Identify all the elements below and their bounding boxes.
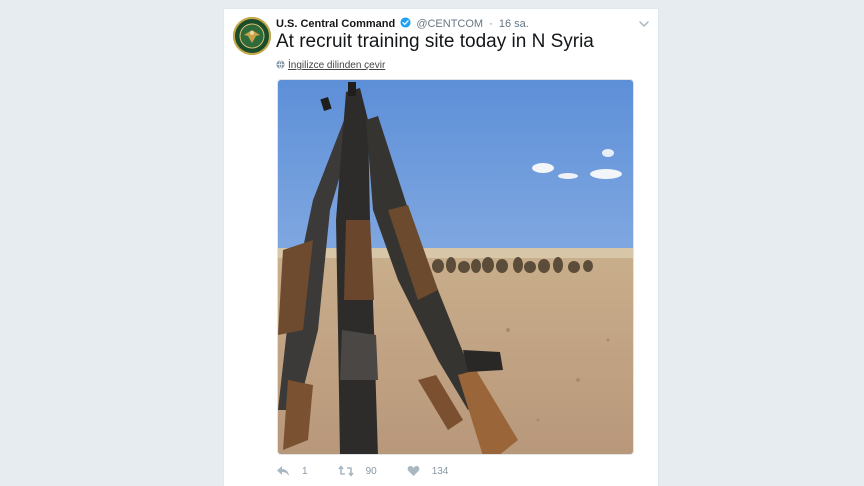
timestamp[interactable]: 16 sa. [499,18,529,30]
tweet-text: At recruit training site today in N Syri… [276,31,594,52]
tweet-actions: 1 90 134 [276,463,478,479]
verified-badge-icon [400,17,411,28]
separator-dot: · [489,18,493,30]
like-count: 134 [431,465,449,477]
tweet-photo[interactable] [277,79,634,455]
reply-button[interactable]: 1 [276,465,308,477]
retweet-icon [337,465,354,477]
heart-icon [407,465,420,476]
reply-icon [277,466,289,476]
photo-image [278,80,633,454]
author-name[interactable]: U.S. Central Command [276,18,395,30]
like-button[interactable]: 134 [407,465,449,477]
reply-count: 1 [302,465,308,477]
tweet-card[interactable]: U.S. Central Command @CENTCOM · 16 sa. A… [223,8,659,486]
avatar[interactable] [233,17,271,55]
translate-label: İngilizce dilinden çevir [288,60,386,71]
retweet-count: 90 [365,465,377,477]
author-handle[interactable]: @CENTCOM [416,18,483,30]
globe-icon [276,60,285,69]
centcom-seal-icon [233,17,271,55]
chevron-down-icon[interactable] [638,18,650,30]
translate-link[interactable]: İngilizce dilinden çevir [276,59,385,72]
retweet-button[interactable]: 90 [337,465,377,477]
